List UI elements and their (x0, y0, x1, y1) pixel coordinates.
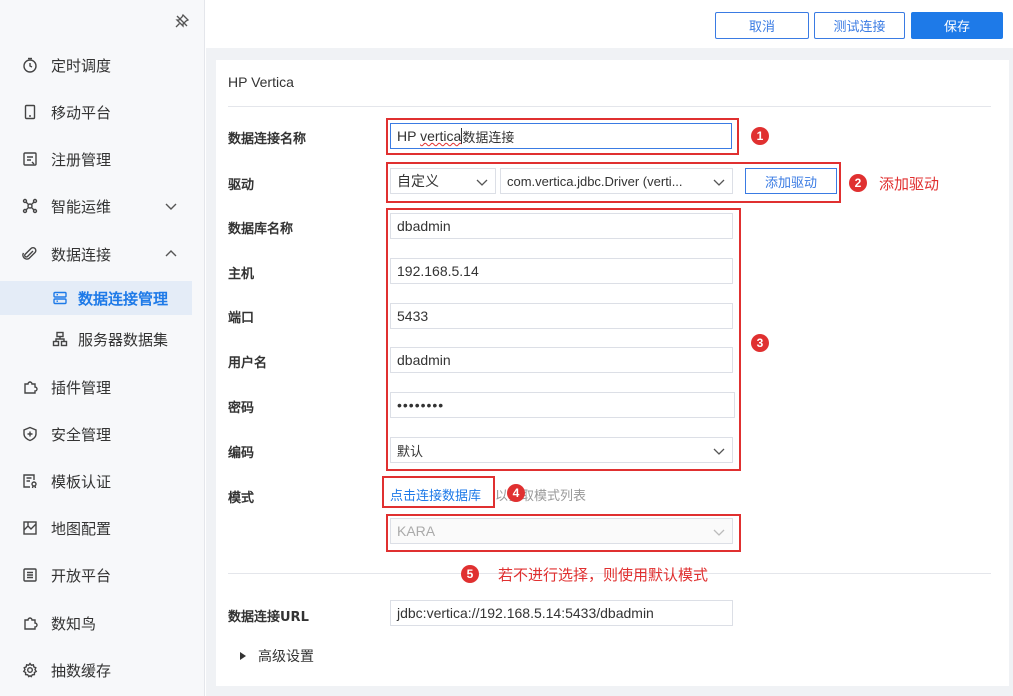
sidebar-item-mobile[interactable]: 移动平台 (0, 94, 205, 130)
chevron-down-icon (165, 203, 177, 210)
annotation-badge-2: 2 (849, 174, 867, 192)
template-icon (23, 474, 37, 489)
sidebar-item-open-platform[interactable]: 开放平台 (0, 557, 205, 593)
username-label: 用户名 (228, 356, 268, 371)
chevron-up-icon (165, 250, 177, 257)
sidebar-subitem-label: 服务器数据集 (78, 330, 169, 349)
sidebar-item-label: 注册管理 (51, 150, 112, 169)
main-area: 取消 测试连接 保存 HP Vertica 数据连接名称 HP vertica 数… (206, 0, 1013, 696)
toolbar: 取消 测试连接 保存 (206, 0, 1013, 48)
sidebar-subitem-label: 数据连接管理 (78, 289, 169, 308)
connection-url-label: 数据连接URL (228, 610, 309, 625)
sidebar-item-map[interactable]: 地图配置 (0, 510, 205, 546)
caret-right-icon (240, 652, 246, 660)
sidebar-item-security[interactable]: 安全管理 (0, 416, 205, 452)
sidebar-item-label: 地图配置 (51, 519, 112, 538)
mobile-icon (24, 104, 36, 120)
sidebar-item-label: 定时调度 (51, 56, 112, 75)
sidebar-item-label: 数知鸟 (51, 614, 97, 633)
annotation-box-1 (386, 118, 739, 155)
dataset-icon (52, 331, 68, 347)
plugin-icon (24, 381, 38, 394)
annotation-note-add-driver: 添加驱动 (879, 175, 940, 193)
password-label: 密码 (228, 401, 255, 416)
host-label: 主机 (228, 267, 255, 282)
sidebar-subitem-connection-management[interactable]: 数据连接管理 (0, 281, 192, 315)
cancel-button[interactable]: 取消 (715, 12, 809, 39)
annotation-badge-4: 4 (507, 484, 525, 502)
pin-icon[interactable] (174, 13, 190, 29)
sidebar-item-label: 数据连接 (51, 245, 112, 264)
sidebar-item-label: 模板认证 (51, 472, 112, 491)
clock-icon (23, 57, 37, 73)
test-connection-button[interactable]: 测试连接 (814, 12, 905, 39)
sidebar-item-label: 开放平台 (51, 566, 112, 585)
connection-form-panel: HP Vertica 数据连接名称 HP vertica 数据连接 驱动 自定义 … (216, 60, 1009, 686)
sidebar-item-label: 移动平台 (51, 103, 112, 122)
gear-icon (22, 662, 38, 678)
sidebar-item-template-auth[interactable]: 模板认证 (0, 463, 205, 499)
connection-url-input[interactable]: jdbc:vertica://192.168.5.14:5433/dbadmin (390, 600, 733, 626)
port-label: 端口 (228, 311, 255, 326)
encoding-label: 编码 (228, 446, 255, 461)
sidebar-item-data-connection[interactable]: 数据连接 (0, 236, 205, 272)
annotation-badge-5: 5 (461, 565, 479, 583)
ops-icon (22, 198, 38, 214)
sidebar-item-label: 抽数缓存 (51, 661, 112, 680)
sidebar: 定时调度 移动平台 注册管理 智能运维 数据连接 数据连接管理 服务器数据集 插… (0, 0, 205, 696)
puzzle-icon (24, 617, 38, 630)
advanced-settings-label: 高级设置 (258, 649, 314, 665)
name-label: 数据连接名称 (228, 132, 307, 147)
sidebar-item-label: 插件管理 (51, 378, 112, 397)
sidebar-item-label: 智能运维 (51, 197, 112, 216)
advanced-settings-toggle[interactable]: 高级设置 (240, 646, 314, 666)
annotation-badge-1: 1 (751, 127, 769, 145)
schema-label: 模式 (228, 491, 255, 506)
annotation-note-default-schema: 若不进行选择，则使用默认模式 (498, 566, 709, 584)
sidebar-item-shuzhiniao[interactable]: 数知鸟 (0, 605, 205, 641)
divider (228, 106, 991, 107)
link-icon (22, 246, 37, 260)
map-icon (23, 521, 37, 535)
sidebar-subitem-server-dataset[interactable]: 服务器数据集 (0, 322, 192, 356)
sidebar-item-label: 安全管理 (51, 425, 112, 444)
sidebar-item-register[interactable]: 注册管理 (0, 141, 205, 177)
form-title: HP Vertica (228, 74, 294, 90)
annotation-badge-3: 3 (751, 334, 769, 352)
driver-label: 驱动 (228, 178, 255, 193)
database-name-label: 数据库名称 (228, 222, 294, 237)
database-icon (53, 291, 67, 305)
shield-icon (23, 426, 37, 442)
annotation-box-4 (382, 476, 495, 508)
list-icon (23, 568, 37, 582)
sidebar-item-extract-cache[interactable]: 抽数缓存 (0, 652, 205, 688)
sidebar-item-schedule[interactable]: 定时调度 (0, 47, 205, 83)
annotation-box-2 (386, 162, 841, 203)
sidebar-item-plugin[interactable]: 插件管理 (0, 369, 205, 405)
annotation-box-5 (386, 514, 741, 552)
register-icon (23, 152, 37, 166)
annotation-box-3 (386, 208, 741, 471)
save-button[interactable]: 保存 (911, 12, 1003, 39)
sidebar-item-ops[interactable]: 智能运维 (0, 188, 205, 224)
